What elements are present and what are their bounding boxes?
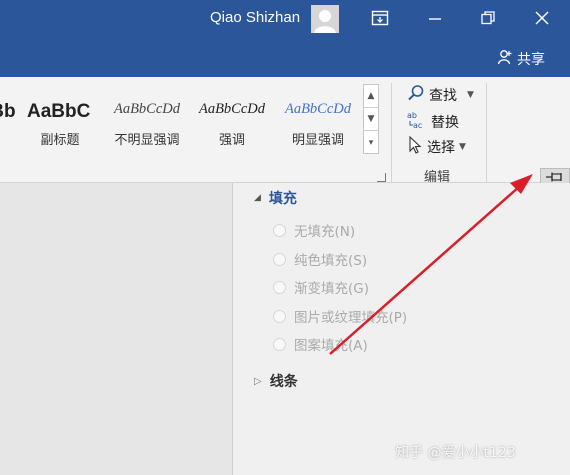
cursor-arrow-icon (407, 135, 423, 158)
ribbon-body: AaBbC( AaBbC 副标题 AaBbCcDd 不明显强调 AaBbCcDd… (0, 77, 570, 183)
style-sample: AaBbCcDd (284, 101, 352, 117)
radio-button[interactable] (273, 252, 286, 266)
radio-button[interactable] (273, 223, 286, 237)
radio-option-no-fill[interactable]: 无填充(N) (273, 220, 355, 240)
style-label: 不明显强调 (114, 133, 180, 148)
radio-label: 渐变填充(G) (294, 281, 369, 297)
ribbon-display-options-icon[interactable] (368, 6, 392, 30)
style-sample: AaBbC( (0, 101, 16, 122)
radio-button[interactable] (273, 280, 286, 294)
style-label: 强调 (218, 133, 245, 148)
svg-text:ab: ab (407, 111, 417, 120)
restore-icon[interactable] (476, 6, 500, 30)
radio-button[interactable] (273, 337, 286, 351)
radio-label: 图案填充(A) (294, 338, 368, 354)
chevron-down-icon: ▼ (467, 90, 474, 100)
radio-option-gradient-fill[interactable]: 渐变填充(G) (273, 277, 369, 297)
radio-option-pattern-fill[interactable]: 图案填充(A) (273, 334, 368, 354)
title-bar: Qiao Shizhan (0, 0, 570, 37)
style-item-subtle-emphasis[interactable]: AaBbCcDd 不明显强调 (104, 89, 190, 149)
style-sample: AaBbCcDd (113, 101, 181, 117)
radio-label: 纯色填充(S) (294, 253, 368, 269)
gallery-more-icon[interactable]: ▾ (364, 131, 378, 154)
close-icon[interactable] (530, 6, 554, 30)
minimize-icon[interactable] (423, 6, 447, 30)
scroll-down-icon[interactable]: ▼ (364, 108, 378, 131)
styles-dialog-launcher-icon[interactable] (377, 173, 386, 182)
style-label: 明显强调 (291, 133, 344, 148)
watermark: 知乎 @爱小小t123 (395, 445, 516, 461)
document-area[interactable] (0, 183, 232, 475)
style-item-intense-emphasis[interactable]: AaBbCcDd 明显强调 (275, 89, 361, 149)
section-expanded-icon: ◢ (254, 193, 261, 203)
scroll-up-icon[interactable]: ▲ (364, 85, 378, 108)
share-person-icon (497, 49, 513, 69)
style-item-partial[interactable]: AaBbC( (0, 89, 16, 149)
find-button[interactable]: 查找 ▼ (407, 84, 474, 106)
radio-button[interactable] (273, 309, 286, 323)
chevron-down-icon: ▼ (459, 142, 466, 152)
styles-scrollbar[interactable]: ▲ ▼ ▾ (363, 84, 379, 154)
share-label: 共享 (517, 52, 545, 68)
select-label: 选择 (427, 140, 455, 156)
style-label: 副标题 (40, 133, 80, 148)
fill-section-title: 填充 (268, 191, 297, 207)
radio-option-picture-fill[interactable]: 图片或纹理填充(P) (273, 306, 407, 326)
radio-label: 图片或纹理填充(P) (294, 310, 408, 326)
style-sample: AaBbCcDd (198, 101, 266, 117)
style-sample: AaBbC (27, 101, 91, 122)
share-button[interactable]: 共享 (497, 49, 545, 69)
replace-button[interactable]: ab ac 替换 (407, 110, 459, 134)
svg-text:ac: ac (413, 121, 422, 130)
line-section-title: 线条 (269, 374, 298, 390)
radio-label: 无填充(N) (294, 224, 356, 240)
ribbon-group-separator (391, 83, 392, 183)
replace-label: 替换 (431, 115, 459, 131)
ribbon-tab-row (0, 37, 570, 77)
select-button[interactable]: 选择 ▼ (407, 135, 466, 158)
fill-section-header[interactable]: ◢ 填充 (254, 188, 297, 208)
style-item-emphasis[interactable]: AaBbCcDd 强调 (189, 89, 275, 149)
user-name[interactable]: Qiao Shizhan (210, 9, 300, 26)
ribbon-group-separator (486, 83, 487, 183)
radio-option-solid-fill[interactable]: 纯色填充(S) (273, 249, 367, 269)
replace-icon: ab ac (407, 110, 427, 134)
style-item-subtitle[interactable]: AaBbC 副标题 (19, 89, 101, 149)
line-section-header[interactable]: ▷ 线条 (254, 371, 298, 391)
section-collapsed-icon: ▷ (254, 375, 262, 387)
search-icon (407, 84, 425, 106)
user-avatar[interactable] (311, 5, 339, 33)
find-label: 查找 (429, 88, 457, 104)
